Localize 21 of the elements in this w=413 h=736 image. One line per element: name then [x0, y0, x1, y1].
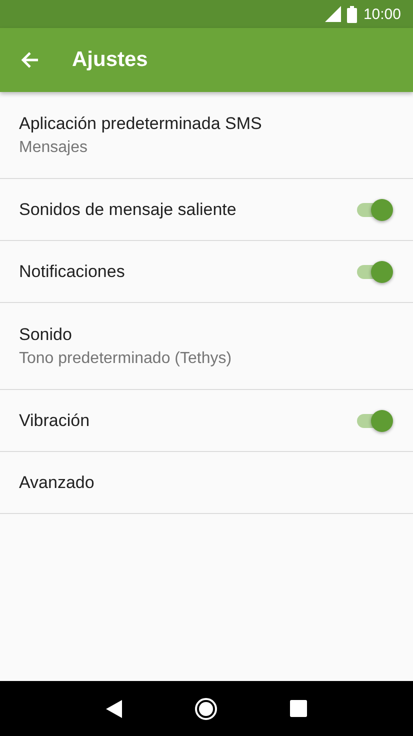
app-bar-title: Ajustes [72, 48, 148, 72]
settings-item[interactable]: Sonidos de mensaje saliente [0, 179, 413, 241]
setting-title: Vibración [19, 410, 90, 430]
settings-item[interactable]: Avanzado [0, 452, 413, 514]
signal-icon [325, 6, 342, 22]
settings-item[interactable]: Aplicación predeterminada SMS Mensajes [0, 92, 413, 179]
setting-title: Sonido [19, 324, 73, 344]
battery-icon [347, 6, 358, 22]
settings-item[interactable]: Vibración [0, 390, 413, 452]
home-button[interactable] [194, 696, 218, 720]
setting-summary: Tono predeterminado (Tethys) [19, 350, 232, 368]
status-time: 10:00 [363, 6, 401, 22]
setting-summary: Mensajes [19, 138, 88, 156]
settings-item[interactable]: Notificaciones [0, 241, 413, 303]
setting-title: Aplicación predeterminada SMS [19, 114, 262, 134]
setting-title: Sonidos de mensaje saliente [19, 200, 236, 220]
setting-title: Avanzado [19, 472, 94, 492]
settings-item[interactable]: Sonido Tono predeterminado (Tethys) [0, 303, 413, 390]
back-nav-button[interactable] [106, 700, 122, 718]
back-button[interactable] [20, 50, 40, 70]
setting-title: Notificaciones [19, 262, 125, 282]
